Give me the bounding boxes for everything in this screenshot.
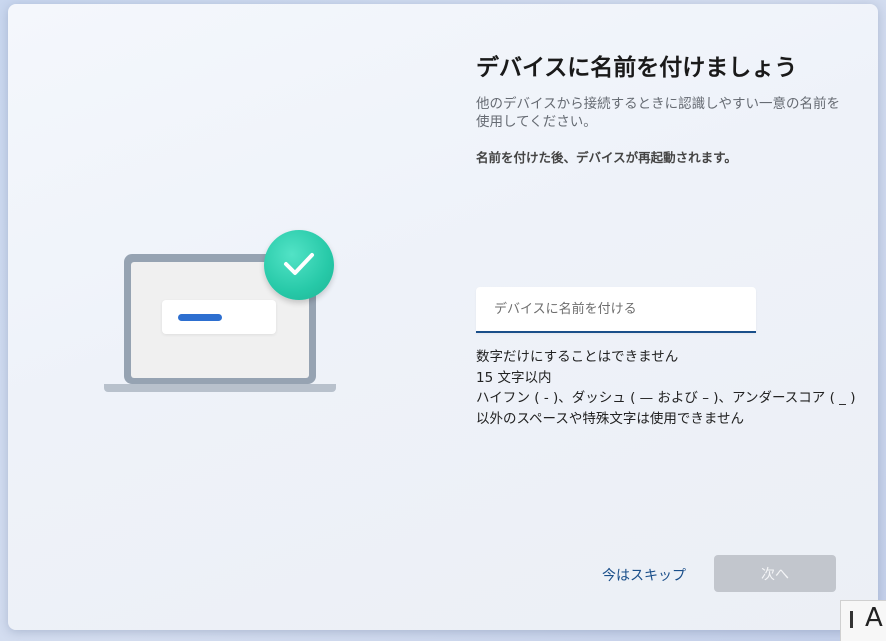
laptop-base: [104, 384, 336, 392]
checkmark-icon: [264, 230, 334, 300]
skip-for-now-link[interactable]: 今はスキップ: [602, 565, 686, 585]
page-description: 他のデバイスから接続するときに認識しやすい一意の名前を使用してください。: [476, 96, 840, 130]
naming-rule: 以外のスペースや特殊文字は使用できません: [476, 410, 744, 427]
device-name-input[interactable]: [476, 287, 756, 331]
naming-rule: ハイフン ( - )、ダッシュ ( — および – )、アンダースコア ( _ …: [476, 390, 856, 406]
setup-card: デバイスに名前を付けましょう 他のデバイスから接続するときに認識しやすい一意の名…: [8, 4, 878, 630]
naming-rules-list: 数字だけにすることはできません 15 文字以内 ハイフン ( - )、ダッシュ …: [476, 347, 855, 429]
checkmark-glyph: [284, 253, 314, 275]
ime-mode-indicator[interactable]: A: [840, 600, 886, 641]
ime-mode-label: A: [865, 603, 883, 633]
dialog-bar-graphic: [178, 314, 222, 321]
naming-rule: 15 文字以内: [476, 369, 552, 386]
page-title: デバイスに名前を付けましょう: [476, 55, 798, 81]
naming-rule: 数字だけにすることはできません: [476, 349, 679, 365]
device-name-field[interactable]: [476, 287, 756, 333]
restart-note: 名前を付けた後、デバイスが再起動されます。: [476, 150, 737, 165]
screen-dialog-graphic: [162, 300, 276, 334]
next-button[interactable]: 次へ: [714, 555, 836, 592]
text-cursor-icon: [850, 611, 853, 628]
